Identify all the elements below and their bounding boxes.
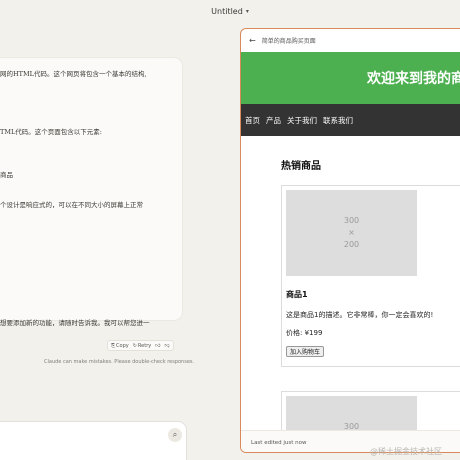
retry-button[interactable]: ↻ Retry [133,343,152,349]
chat-text-line: 个设计是响应式的，可以在不同大小的屏幕上正常 [0,201,143,209]
nav-link-home[interactable]: 首页 [245,115,260,126]
thumbs-down-button[interactable]: 👎︎ [164,343,169,349]
artifact-panel: ← 简单的商品购买页面 欢迎来到我的商 首页 产品 关于我们 联系我们 热销商品… [240,28,460,453]
product-name: 商品1 [286,290,308,299]
placeholder-width: 300 [343,422,360,430]
watermark: @稀土掘金技术社区 [370,447,442,456]
chat-message: 网的HTML代码。这个网页将包含一个基本的结构, TML代码。这个页面包含以下元… [0,58,182,327]
copy-label: Copy [116,342,129,349]
thumbs-down-icon: 👎︎ [164,342,170,349]
product-card: 300 × 200 商品1 这是商品1的描述。它非常棒，你一定会喜欢的! 价格:… [281,185,460,367]
product-price: 价格: ¥199 [286,329,323,337]
window-title-text: Untitled [211,6,243,16]
product-card: 300 × 200 [281,391,460,430]
attach-button[interactable]: ⌕ [168,428,182,442]
thumbs-up-icon: 👍︎ [155,342,161,349]
disclaimer-text: Claude can make mistakes. Please double-… [44,359,195,365]
nav-link-products[interactable]: 产品 [266,115,281,126]
message-actions: ⎘ Copy ↻ Retry 👍︎ 👎︎ [107,340,174,351]
chat-text-line: TML代码。这个页面包含以下元素: [0,128,102,136]
back-arrow-icon[interactable]: ← [249,36,256,45]
paperclip-icon: ⌕ [172,430,178,439]
copy-icon: ⎘ [111,342,116,349]
retry-icon: ↻ [132,342,137,349]
nav-link-about[interactable]: 关于我们 [287,115,317,126]
chevron-down-icon: ▾ [245,7,249,15]
nav-link-contact[interactable]: 联系我们 [323,115,353,126]
product-description: 这是商品1的描述。它非常棒，你一定会喜欢的! [286,311,434,319]
chat-input[interactable] [0,422,186,460]
placeholder-width: 300 [343,216,360,225]
product-image-placeholder: 300 × 200 [286,190,417,276]
placeholder-height: 200 [343,240,360,249]
last-edited-text: Last edited just now [251,439,307,446]
site-header: 欢迎来到我的商 [241,52,460,104]
chat-text-line: 商品 [0,171,13,179]
section-title: 热销商品 [281,161,321,172]
retry-label: Retry [137,342,152,349]
chat-text-line: 网的HTML代码。这个网页将包含一个基本的结构, [0,70,147,78]
add-to-cart-button[interactable]: 加入购物车 [286,346,325,357]
placeholder-times: × [348,228,355,237]
artifact-title: 简单的商品购买页面 [261,38,316,45]
chat-text-line: 想要添加新的功能，请随时告诉我。我可以帮您进一 [0,319,150,327]
artifact-header: ← 简单的商品购买页面 [241,29,460,52]
site-header-title: 欢迎来到我的商 [367,71,460,87]
website-preview: 欢迎来到我的商 首页 产品 关于我们 联系我们 热销商品 300 × 200 商… [241,52,460,430]
site-nav: 首页 产品 关于我们 联系我们 [241,104,460,136]
window-title[interactable]: Untitled ▾ [0,4,460,18]
copy-button[interactable]: ⎘ Copy [111,343,129,349]
product-image-placeholder: 300 × 200 [286,396,417,430]
thumbs-up-button[interactable]: 👍︎ [155,343,160,349]
